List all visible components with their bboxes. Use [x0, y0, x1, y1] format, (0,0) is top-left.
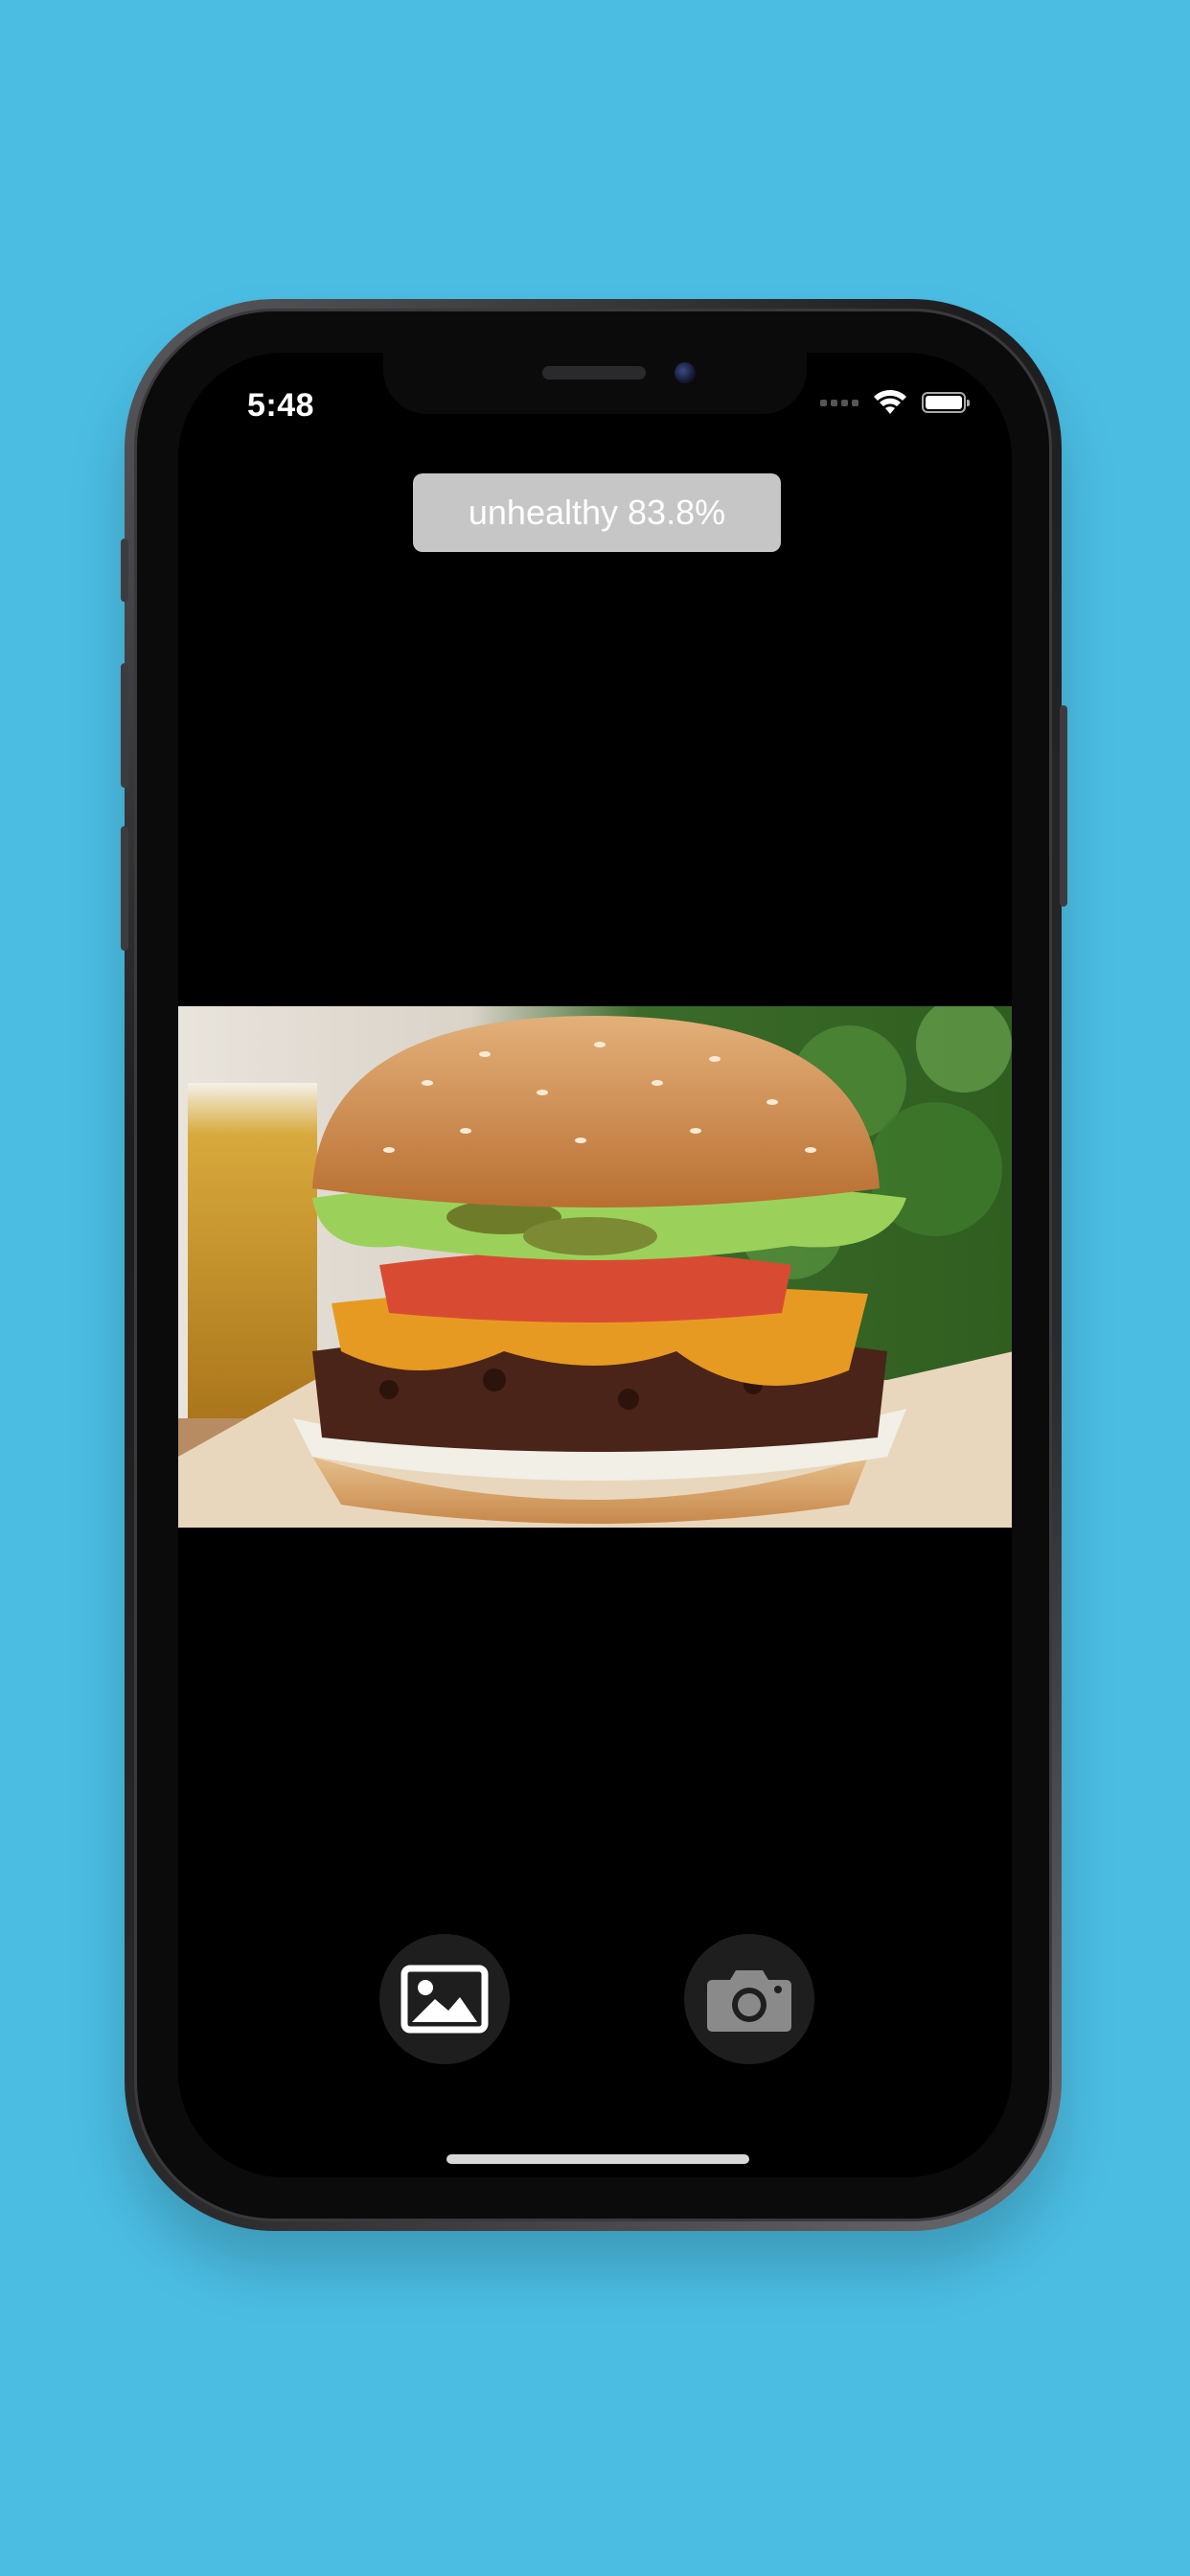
app-screen: 5:48 unhealthy 83.8%: [178, 353, 1012, 2177]
classification-result-badge: unhealthy 83.8%: [413, 473, 781, 552]
food-photo: [178, 1006, 1012, 1528]
camera-icon: [707, 1970, 791, 2032]
photo-library-button[interactable]: [379, 1934, 510, 2064]
power-button: [1060, 705, 1067, 907]
volume-down-button: [121, 826, 128, 951]
cellular-signal-icon: [820, 399, 858, 406]
status-icons: [820, 389, 970, 416]
wifi-icon: [874, 389, 906, 414]
volume-up-button: [121, 663, 128, 788]
earpiece-speaker: [542, 366, 646, 380]
status-time: 5:48: [247, 387, 315, 424]
camera-button[interactable]: [684, 1934, 814, 2064]
photo-library-icon: [400, 1965, 489, 2034]
home-indicator[interactable]: [446, 2154, 749, 2164]
classification-result-label: unhealthy 83.8%: [468, 493, 726, 532]
notch: [383, 353, 807, 414]
mute-switch: [121, 539, 128, 602]
battery-icon: [922, 392, 970, 413]
front-camera: [675, 362, 696, 383]
